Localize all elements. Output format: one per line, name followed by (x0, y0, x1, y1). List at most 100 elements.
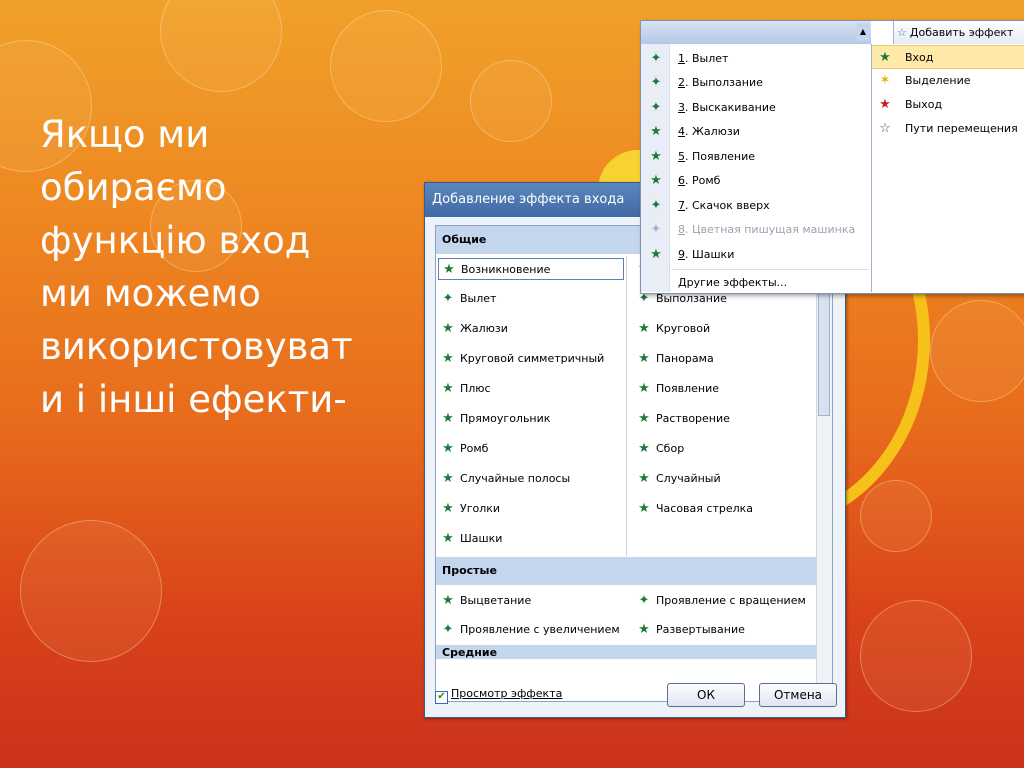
fly-star-icon: ✦ (650, 198, 662, 213)
fly-star-icon: ✦ (650, 75, 662, 90)
effect-label: Появление (656, 382, 720, 395)
effect-item[interactable]: ✦ Проявление с увеличением (438, 619, 620, 641)
effect-item[interactable]: ★ Жалюзи (438, 318, 508, 340)
section-simple-header: Простые (436, 557, 818, 585)
effect-item[interactable]: ★ Развертывание (634, 619, 745, 641)
effects-list[interactable]: Общие ★ Возникновение ✦ Вылет ★ Жалюзи ★ Кру… (435, 225, 833, 702)
slide-text-line: ми можемо (40, 272, 261, 315)
slide-text-line: використовуват (40, 325, 353, 368)
submenu-item[interactable]: ✦ 3. Выскакивание (641, 96, 871, 120)
effect-label: Проявление с увеличением (460, 623, 620, 636)
star-icon: ★ (443, 262, 455, 277)
effect-label: Случайные полосы (460, 472, 571, 485)
effect-label: Круговой (656, 322, 711, 335)
preview-label: Просмотр эффекта (451, 687, 563, 700)
bg-bubble (470, 60, 552, 142)
star-icon: ★ (638, 411, 650, 426)
effect-label: Шашки (460, 532, 503, 545)
effect-label: Развертывание (656, 623, 745, 636)
star-icon: ★ (442, 411, 454, 426)
effect-item[interactable]: ★ Ромб (438, 438, 488, 460)
motion-path-star-icon: ☆ (879, 121, 891, 136)
effect-item[interactable]: ★ Прямоугольник (438, 408, 550, 430)
effect-item[interactable]: ★ Уголки (438, 498, 500, 520)
effect-label: Сбор (656, 442, 685, 455)
exit-star-icon: ★ (879, 97, 891, 112)
add-effect-button[interactable]: ☆ Добавить эффект (893, 21, 1024, 44)
effect-label: Панорама (656, 352, 714, 365)
effect-item[interactable]: ★ Сбор (634, 438, 684, 460)
list-scrollbar[interactable]: ▲ ▼ (816, 226, 832, 701)
effect-label: Жалюзи (460, 322, 508, 335)
bg-bubble (330, 10, 442, 122)
submenu-item-disabled: ✦ 8. Цветная пишущая машинка (641, 218, 871, 242)
effect-item[interactable]: ★ Панорама (634, 348, 714, 370)
effect-label: Проявление с вращением (656, 594, 806, 607)
category-exit[interactable]: ★ Выход (872, 93, 1024, 117)
effect-item[interactable]: ★ Шашки (438, 528, 502, 550)
submenu-item[interactable]: ★ 4. Жалюзи (641, 120, 871, 144)
effect-item[interactable]: ✦ Вылет (438, 288, 497, 310)
effect-item[interactable]: ★ Растворение (634, 408, 730, 430)
star-icon: ★ (638, 321, 650, 336)
entrance-star-icon: ★ (879, 50, 891, 65)
effect-item[interactable]: ★ Появление (634, 378, 719, 400)
effect-label: Растворение (656, 412, 730, 425)
effect-item[interactable]: ★ Случайные полосы (438, 468, 570, 490)
star-icon: ★ (442, 593, 454, 608)
effect-item[interactable]: ★ Круговой симметричный (438, 348, 604, 370)
category-entrance[interactable]: ★ Вход (872, 45, 1024, 69)
effect-item[interactable]: ★ Выцветание (438, 590, 531, 612)
slide-text-line: и і інші ефекти- (40, 378, 347, 421)
add-effect-icon: ☆ (897, 26, 907, 39)
effect-item[interactable]: ★ Случайный (634, 468, 721, 490)
effect-item[interactable]: ✦ Проявление с вращением (634, 590, 806, 612)
cancel-button[interactable]: Отмена (759, 683, 837, 707)
effect-label: Круговой симметричный (460, 352, 605, 365)
effect-label: Уголки (460, 502, 501, 515)
effect-item[interactable]: ★ Возникновение (438, 258, 624, 280)
checkbox-icon[interactable]: ✔ (435, 691, 448, 704)
column-divider (626, 256, 627, 556)
effect-item[interactable]: ★ Плюс (438, 378, 491, 400)
effect-label: Часовая стрелка (656, 502, 754, 515)
category-emphasis[interactable]: ✶ Выделение (872, 69, 1024, 93)
effect-label: Прямоугольник (460, 412, 551, 425)
star-icon: ★ (442, 351, 454, 366)
star-icon: ★ (638, 381, 650, 396)
star-icon: ★ (650, 247, 662, 262)
bg-bubble (160, 0, 282, 92)
star-icon: ★ (442, 321, 454, 336)
submenu-item[interactable]: ✦ 7. Скачок вверх (641, 194, 871, 218)
submenu-item[interactable]: ✦ 2. Выползание (641, 71, 871, 95)
bg-bubble (20, 520, 162, 662)
fly-star-icon: ✦ (650, 51, 662, 66)
slide-text-line: функцію вход (40, 219, 311, 262)
ok-button[interactable]: ОК (667, 683, 745, 707)
bg-bubble (860, 600, 972, 712)
other-effects-item[interactable]: Другие эффекты... (641, 271, 871, 295)
slide-body-text: Якщо ми обираємо функцію вход ми можемо … (40, 108, 400, 426)
effect-item[interactable]: ★ Часовая стрелка (634, 498, 753, 520)
bg-bubble (860, 480, 932, 552)
fly-star-icon: ✦ (442, 291, 454, 306)
category-motion-paths[interactable]: ☆ Пути перемещения (872, 117, 1024, 141)
star-icon: ★ (650, 124, 662, 139)
effect-item[interactable]: ★ Круговой (634, 318, 710, 340)
submenu-item[interactable]: ★ 5. Появление (641, 145, 871, 169)
star-icon: ★ (442, 501, 454, 516)
emphasis-star-icon: ✶ (879, 73, 891, 88)
fly-star-icon: ✦ (638, 593, 650, 608)
scroll-thumb[interactable] (818, 286, 830, 416)
submenu-item[interactable]: ★ 6. Ромб (641, 169, 871, 193)
preview-checkbox[interactable]: ✔ Просмотр эффекта (435, 687, 562, 704)
effect-label: Вылет (460, 292, 497, 305)
star-icon: ★ (638, 351, 650, 366)
submenu-item[interactable]: ✦ 1. Вылет (641, 47, 871, 71)
effect-label: Плюс (460, 382, 491, 395)
submenu-item[interactable]: ★ 9. Шашки (641, 243, 871, 267)
effect-label: Случайный (656, 472, 721, 485)
star-icon: ★ (442, 441, 454, 456)
menu-header-strip: ▲ (641, 21, 871, 44)
scroll-up-icon[interactable]: ▲ (857, 23, 869, 41)
